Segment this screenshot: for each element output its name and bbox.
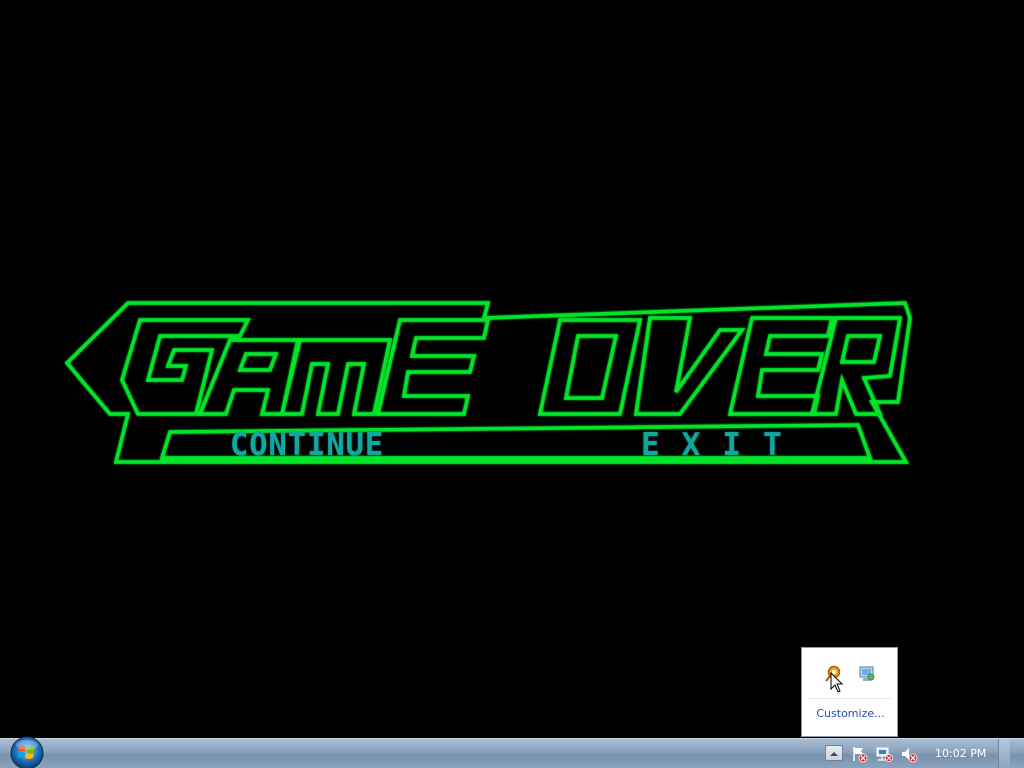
show-hidden-icons-icon [830, 752, 838, 756]
show-desktop-button[interactable] [998, 739, 1010, 768]
letter-v-outline [633, 316, 746, 416]
letter-m-outline [279, 338, 393, 416]
network-icon[interactable] [875, 745, 893, 763]
taskbar-clock[interactable]: 10:02 PM [935, 739, 986, 768]
mouse-pointer-icon [830, 672, 844, 693]
customize-link[interactable]: Customize... [802, 707, 899, 720]
game-over-screen: CONTINUE EXIT [0, 0, 1024, 738]
letter-o-outline [537, 318, 643, 416]
popup-divider [808, 698, 891, 699]
screen: CONTINUE EXIT Customize... 10:02 PM [0, 0, 1024, 768]
show-hidden-icons-button[interactable] [825, 745, 843, 761]
volume-muted-icon[interactable] [900, 745, 918, 763]
start-button[interactable] [8, 734, 46, 768]
letter-e-outline [375, 318, 491, 416]
action-center-icon[interactable] [850, 745, 868, 763]
taskbar: 10:02 PM [0, 736, 1024, 768]
system-tray: 10:02 PM [825, 739, 1010, 768]
game-over-logo [64, 301, 912, 464]
desktop-app-icon[interactable] [857, 664, 877, 684]
windows-orb-icon [10, 736, 44, 768]
continue-option[interactable]: CONTINUE [230, 428, 384, 462]
exit-option[interactable]: EXIT [641, 428, 804, 462]
letter-r-outline [809, 316, 903, 416]
notification-overflow-popup: Customize... [801, 647, 898, 737]
